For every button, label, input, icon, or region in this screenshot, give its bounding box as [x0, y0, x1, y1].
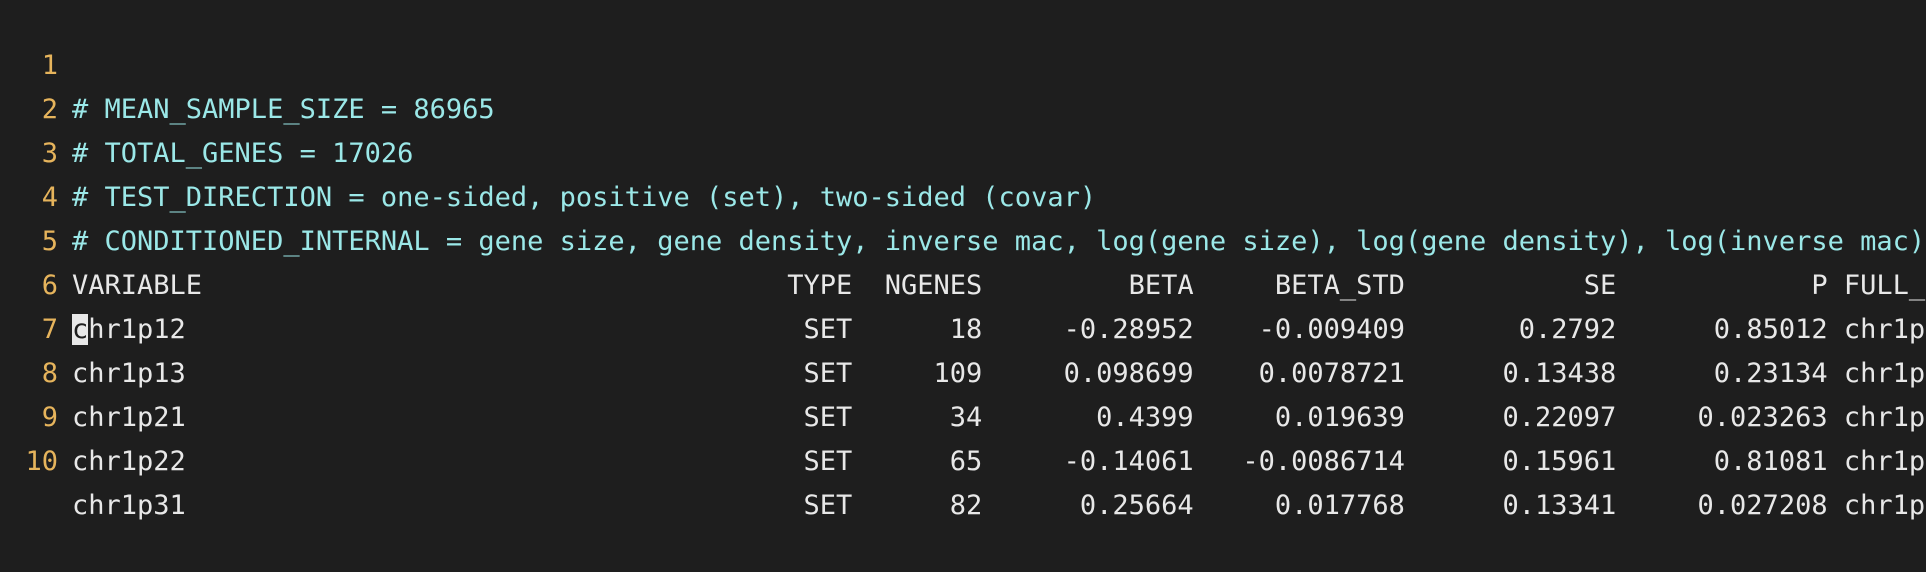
line-number: 10: [25, 446, 58, 477]
editor-line[interactable]: 1 # MEAN_SAMPLE_SIZE = 86965: [0, 0, 495, 125]
line-text[interactable]: # TEST_DIRECTION = one-sided, positive (…: [72, 176, 1096, 220]
line-text-rest: hr1p12 SET 18 -0.28952 -0.009409 0.2792 …: [88, 314, 1926, 345]
line-text[interactable]: chr1p13 SET 109 0.098699 0.0078721 0.134…: [72, 352, 1926, 396]
line-text[interactable]: chr1p21 SET 34 0.4399 0.019639 0.22097 0…: [72, 396, 1926, 440]
text-cursor: c: [72, 314, 89, 345]
line-text[interactable]: chr1p22 SET 65 -0.14061 -0.0086714 0.159…: [72, 440, 1926, 484]
editor-line[interactable]: 2 # TOTAL_GENES = 17026: [0, 44, 414, 169]
editor-line[interactable]: 5 VARIABLE TYPE NGENES BETA BETA_STD SE …: [0, 176, 1926, 301]
line-text[interactable]: # TOTAL_GENES = 17026: [72, 132, 413, 176]
text-editor[interactable]: 1 # MEAN_SAMPLE_SIZE = 86965 2 # TOTAL_G…: [0, 0, 1926, 521]
line-text[interactable]: # MEAN_SAMPLE_SIZE = 86965: [72, 88, 495, 132]
editor-line[interactable]: 4 # CONDITIONED_INTERNAL = gene size, ge…: [0, 132, 1925, 257]
editor-line[interactable]: 7 chr1p13 SET 109 0.098699 0.0078721 0.1…: [0, 264, 1926, 389]
editor-line[interactable]: 10 chr1p31 SET 82 0.25664 0.017768 0.133…: [0, 396, 1926, 521]
line-text[interactable]: chr1p31 SET 82 0.25664 0.017768 0.13341 …: [72, 484, 1926, 528]
line-text[interactable]: VARIABLE TYPE NGENES BETA BETA_STD SE P …: [72, 264, 1926, 308]
line-text[interactable]: # CONDITIONED_INTERNAL = gene size, gene…: [72, 220, 1925, 264]
editor-line[interactable]: 6 chr1p12 SET 18 -0.28952 -0.009409 0.27…: [0, 220, 1926, 345]
line-text[interactable]: chr1p12 SET 18 -0.28952 -0.009409 0.2792…: [72, 308, 1926, 352]
editor-line[interactable]: 3 # TEST_DIRECTION = one-sided, positive…: [0, 88, 1096, 213]
editor-line[interactable]: 9 chr1p22 SET 65 -0.14061 -0.0086714 0.1…: [0, 352, 1926, 477]
editor-line[interactable]: 8 chr1p21 SET 34 0.4399 0.019639 0.22097…: [0, 308, 1926, 433]
